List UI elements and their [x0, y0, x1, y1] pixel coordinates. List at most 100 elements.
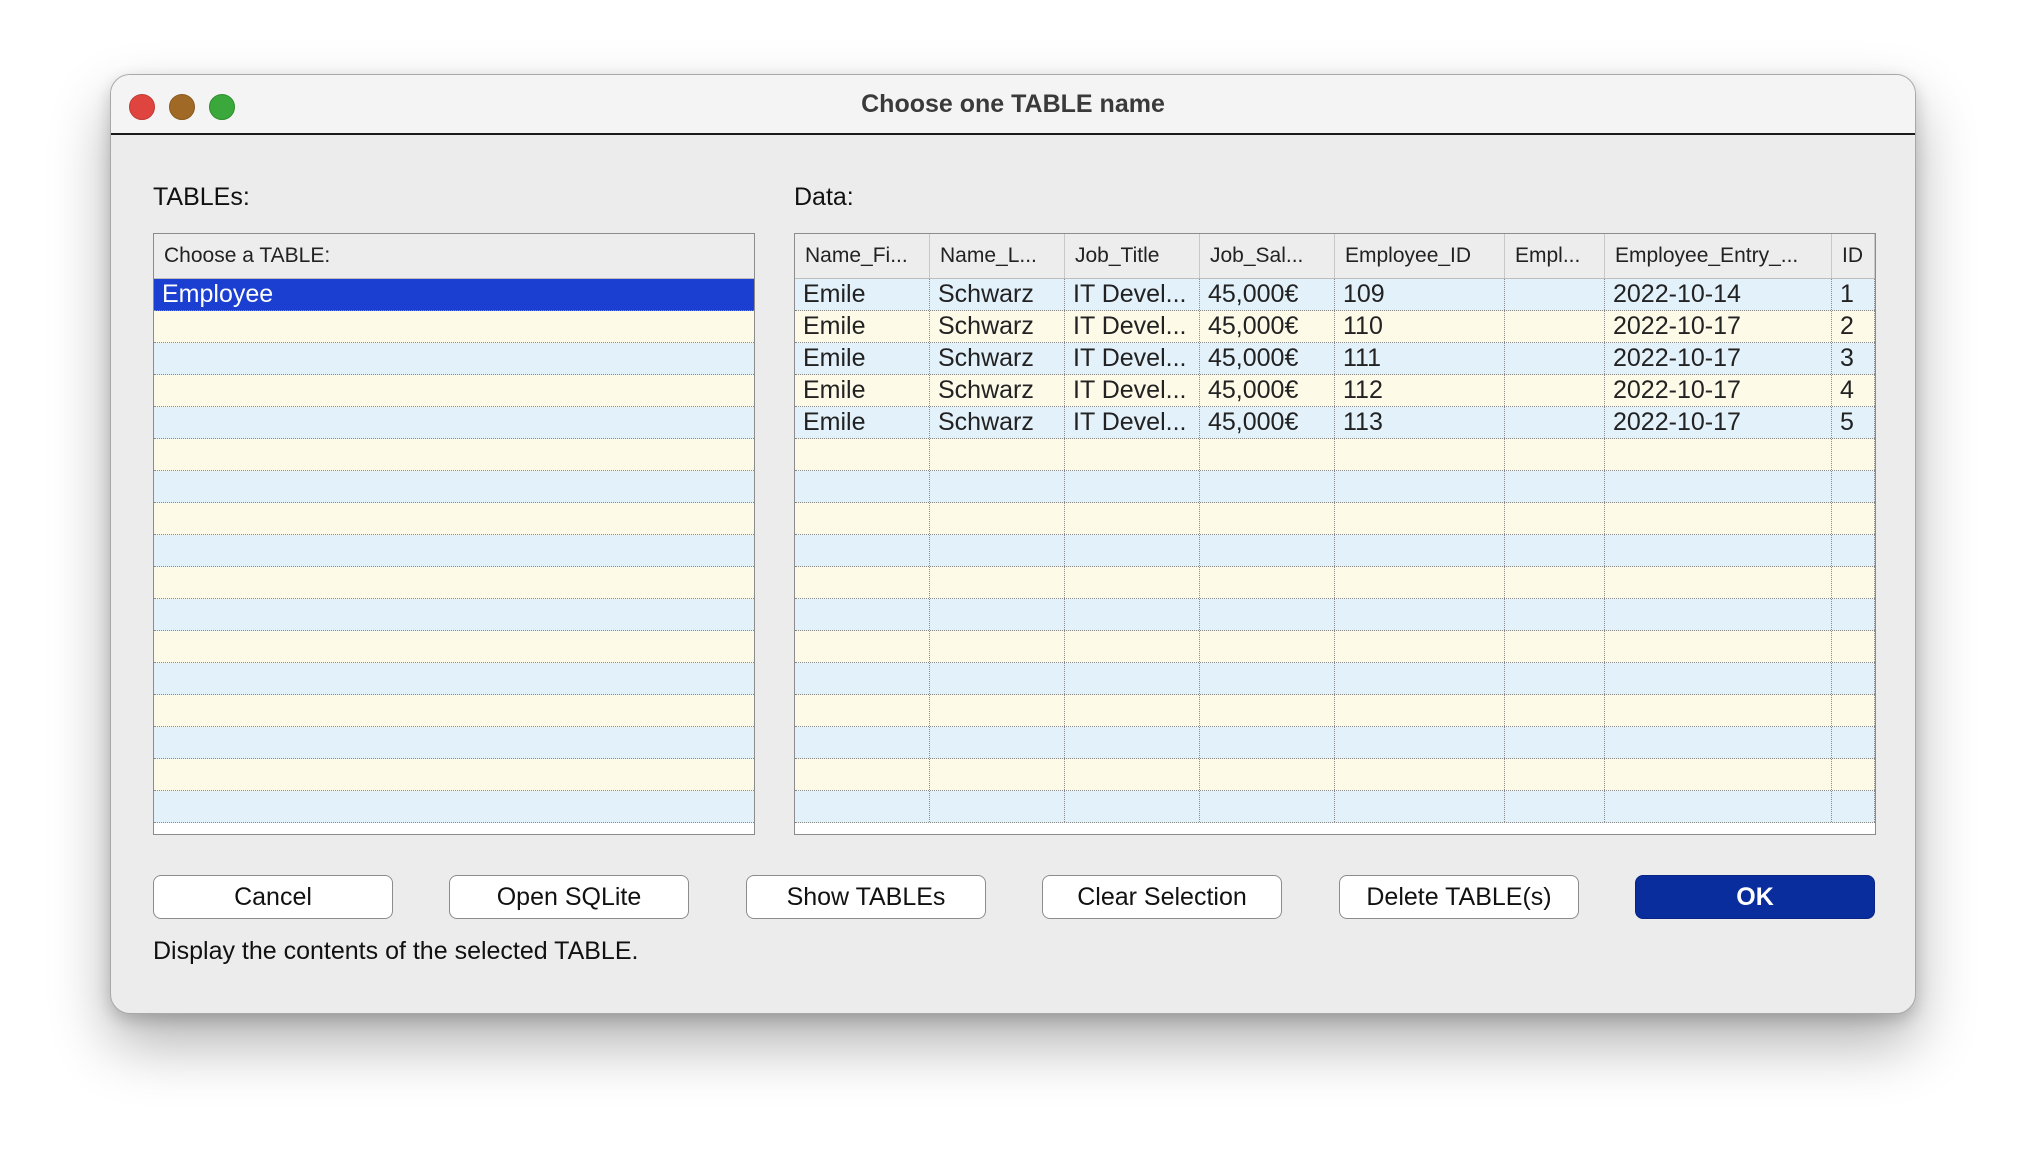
data-cell	[1505, 695, 1605, 726]
data-row[interactable]: Emile Schwarz IT Devel... 45,000€ 113 2022-10…	[795, 407, 1875, 439]
tables-column-header[interactable]: Choose a TABLE:	[154, 234, 754, 278]
column-header[interactable]: Job_Sal...	[1200, 234, 1335, 278]
table-row[interactable]	[154, 631, 754, 663]
table-row[interactable]	[154, 471, 754, 503]
data-row[interactable]: Emile Schwarz IT Devel... 45,000€ 112 2022-10…	[795, 375, 1875, 407]
data-row[interactable]	[795, 631, 1875, 663]
data-cell	[1605, 535, 1832, 566]
data-row[interactable]	[795, 439, 1875, 471]
data-cell: 3	[1832, 343, 1875, 374]
table-row[interactable]	[154, 567, 754, 599]
table-name-cell	[154, 471, 754, 502]
data-cell	[795, 631, 930, 662]
data-cell: Schwarz	[930, 279, 1065, 310]
data-cell	[930, 727, 1065, 758]
table-row[interactable]	[154, 311, 754, 343]
table-row[interactable]	[154, 599, 754, 631]
data-cell: 2022-10-14	[1605, 279, 1832, 310]
data-cell	[1065, 759, 1200, 790]
column-header[interactable]: Employee_Entry_...	[1605, 234, 1832, 278]
tables-list[interactable]: Choose a TABLE: Employee	[153, 233, 755, 835]
table-row[interactable]	[154, 375, 754, 407]
data-cell	[930, 535, 1065, 566]
data-cell	[930, 599, 1065, 630]
data-cell: 1	[1832, 279, 1875, 310]
table-row[interactable]	[154, 535, 754, 567]
data-cell: 2022-10-17	[1605, 343, 1832, 374]
data-cell	[1605, 599, 1832, 630]
data-cell	[1605, 759, 1832, 790]
data-cell	[1200, 535, 1335, 566]
table-row[interactable]	[154, 439, 754, 471]
delete-tables-button[interactable]: Delete TABLE(s)	[1339, 875, 1579, 919]
clear-selection-button[interactable]: Clear Selection	[1042, 875, 1282, 919]
column-header[interactable]: Empl...	[1505, 234, 1605, 278]
data-row[interactable]	[795, 567, 1875, 599]
data-row[interactable]: Emile Schwarz IT Devel... 45,000€ 111 2022-10…	[795, 343, 1875, 375]
table-row[interactable]	[154, 407, 754, 439]
table-name-cell	[154, 695, 754, 726]
data-cell	[795, 791, 930, 822]
data-row[interactable]	[795, 599, 1875, 631]
data-table-header: Name_Fi... Name_L... Job_Title Job_Sal... Em…	[795, 234, 1875, 279]
data-cell: Schwarz	[930, 311, 1065, 342]
cancel-button[interactable]: Cancel	[153, 875, 393, 919]
table-row[interactable]	[154, 695, 754, 727]
data-cell	[1505, 663, 1605, 694]
ok-button[interactable]: OK	[1635, 875, 1875, 919]
data-row[interactable]	[795, 503, 1875, 535]
data-cell	[1832, 727, 1875, 758]
table-row[interactable]	[154, 759, 754, 791]
table-row[interactable]	[154, 663, 754, 695]
table-row[interactable]	[154, 503, 754, 535]
table-row[interactable]	[154, 343, 754, 375]
table-name-cell	[154, 503, 754, 534]
column-header[interactable]: Name_Fi...	[795, 234, 930, 278]
column-header[interactable]: Employee_ID	[1335, 234, 1505, 278]
data-cell	[795, 599, 930, 630]
data-cell	[1832, 759, 1875, 790]
data-row[interactable]	[795, 695, 1875, 727]
column-header[interactable]: ID	[1832, 234, 1875, 278]
data-table[interactable]: Name_Fi... Name_L... Job_Title Job_Sal... Em…	[794, 233, 1876, 835]
column-header[interactable]: Job_Title	[1065, 234, 1200, 278]
data-cell: IT Devel...	[1065, 311, 1200, 342]
data-cell: IT Devel...	[1065, 375, 1200, 406]
data-cell	[1065, 599, 1200, 630]
data-cell: 113	[1335, 407, 1505, 438]
data-row[interactable]	[795, 759, 1875, 791]
data-cell: IT Devel...	[1065, 279, 1200, 310]
open-sqlite-button[interactable]: Open SQLite	[449, 875, 689, 919]
data-row[interactable]	[795, 535, 1875, 567]
data-cell	[930, 471, 1065, 502]
title-bar: Choose one TABLE name	[111, 75, 1915, 135]
column-header[interactable]: Name_L...	[930, 234, 1065, 278]
table-row[interactable]	[154, 791, 754, 823]
data-row[interactable]: Emile Schwarz IT Devel... 45,000€ 110 2022-10…	[795, 311, 1875, 343]
data-cell	[1335, 599, 1505, 630]
data-row[interactable]	[795, 727, 1875, 759]
data-cell	[1335, 631, 1505, 662]
dialog-window: Choose one TABLE name TABLEs: Data: Choo…	[110, 74, 1916, 1014]
tables-list-header: Choose a TABLE:	[154, 234, 754, 279]
data-row[interactable]	[795, 791, 1875, 823]
data-cell	[1505, 631, 1605, 662]
data-cell	[1505, 439, 1605, 470]
data-cell	[1200, 503, 1335, 534]
data-cell: 2022-10-17	[1605, 375, 1832, 406]
data-row[interactable]	[795, 663, 1875, 695]
data-cell	[930, 759, 1065, 790]
data-cell	[795, 695, 930, 726]
table-row[interactable]: Employee	[154, 279, 754, 311]
data-row[interactable]: Emile Schwarz IT Devel... 45,000€ 109 2022-10…	[795, 279, 1875, 311]
data-cell	[795, 567, 930, 598]
data-cell	[1832, 791, 1875, 822]
data-row[interactable]	[795, 471, 1875, 503]
table-row[interactable]	[154, 727, 754, 759]
data-cell: 45,000€	[1200, 311, 1335, 342]
show-tables-button[interactable]: Show TABLEs	[746, 875, 986, 919]
data-cell: 2022-10-17	[1605, 407, 1832, 438]
data-cell	[795, 663, 930, 694]
data-cell	[1605, 439, 1832, 470]
data-cell	[1335, 791, 1505, 822]
